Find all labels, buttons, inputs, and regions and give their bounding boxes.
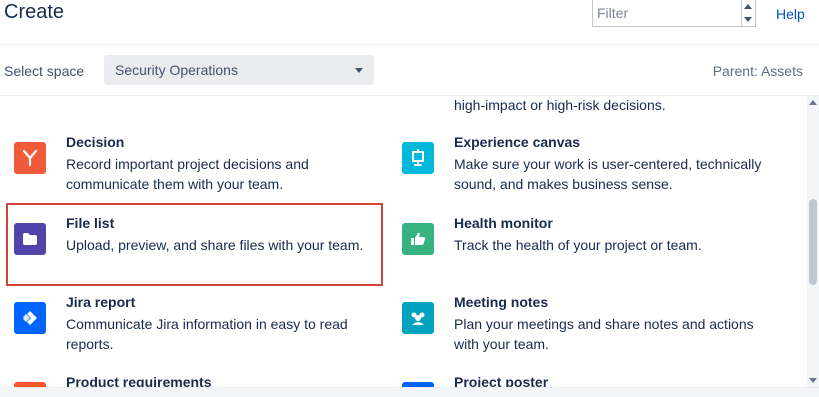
select-space-label: Select space xyxy=(4,63,85,79)
space-select[interactable]: Security Operations xyxy=(104,55,374,85)
selection-highlight xyxy=(6,203,383,286)
scroll-up-icon[interactable] xyxy=(809,100,817,105)
spin-up-icon[interactable] xyxy=(744,4,752,9)
template-health-monitor[interactable]: Health monitor Track the health of your … xyxy=(402,215,782,273)
template-name: Product requirements xyxy=(66,374,212,387)
filter-field xyxy=(592,0,760,27)
template-name: Project poster xyxy=(454,374,549,387)
template-name: Meeting notes xyxy=(454,294,549,310)
spin-down-icon[interactable] xyxy=(744,17,752,22)
create-dialog: Create Help Select space Security Operat… xyxy=(0,0,819,397)
template-jira-report[interactable]: Jira report Communicate Jira information… xyxy=(14,294,374,362)
dialog-title: Create xyxy=(4,1,65,23)
parent-label: Parent: Assets xyxy=(712,63,803,79)
decision-icon xyxy=(14,142,46,174)
scroll-thumb[interactable] xyxy=(809,199,817,285)
template-description: Plan your meetings and share notes and a… xyxy=(454,316,754,352)
horizontal-scrollbar[interactable] xyxy=(0,387,819,397)
template-meeting-notes[interactable]: Meeting notes Plan your meetings and sha… xyxy=(402,294,782,362)
scroll-down-icon[interactable] xyxy=(809,378,817,383)
space-select-value: Security Operations xyxy=(115,62,238,78)
filter-spinner[interactable] xyxy=(742,0,756,27)
template-experience-canvas[interactable]: Experience canvas Make sure your work is… xyxy=(402,134,782,202)
template-description: Track the health of your project or team… xyxy=(454,237,702,253)
template-description: high-impact or high-risk decisions. xyxy=(454,97,666,113)
template-description: Communicate Jira information in easy to … xyxy=(66,316,348,352)
template-description: Make sure your work is user-centered, te… xyxy=(454,156,762,192)
people-icon xyxy=(402,302,434,334)
filter-input[interactable] xyxy=(592,0,742,27)
template-decision[interactable]: Decision Record important project decisi… xyxy=(14,134,374,202)
help-link[interactable]: Help xyxy=(776,6,805,22)
template-name: Jira report xyxy=(66,294,136,310)
chevron-down-icon xyxy=(355,68,363,73)
template-description: Record important project decisions and c… xyxy=(66,156,309,192)
template-name: Decision xyxy=(66,134,125,150)
dialog-header: Create Help xyxy=(0,0,819,45)
vertical-scrollbar[interactable] xyxy=(807,96,819,387)
template-name: Experience canvas xyxy=(454,134,581,150)
thumbs-up-icon xyxy=(402,223,434,255)
experience-canvas-icon xyxy=(402,142,434,174)
template-list: high-impact or high-risk decisions. Deci… xyxy=(0,96,807,387)
space-row: Select space Security Operations Parent:… xyxy=(0,45,819,96)
jira-icon xyxy=(14,302,46,334)
template-name: Health monitor xyxy=(454,215,553,231)
